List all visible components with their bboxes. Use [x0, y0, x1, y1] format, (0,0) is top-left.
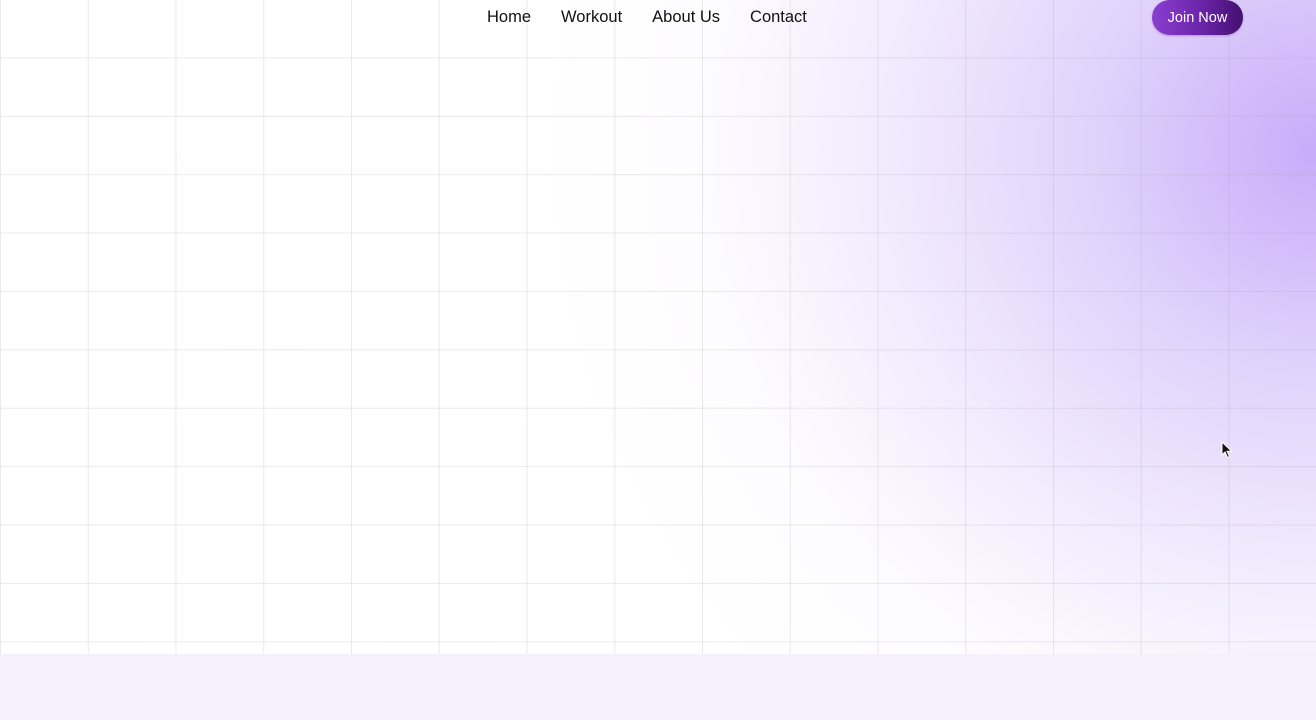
grid-background — [0, 0, 1316, 654]
main-nav: Home Workout About Us Contact — [472, 0, 822, 34]
join-now-button[interactable]: Join Now — [1152, 0, 1243, 35]
nav-link-about-us[interactable]: About Us — [637, 0, 735, 34]
page: Home Workout About Us Contact Join Now — [0, 0, 1316, 720]
hero-section — [0, 0, 1316, 654]
nav-link-workout[interactable]: Workout — [546, 0, 637, 34]
nav-link-home[interactable]: Home — [472, 0, 546, 34]
bottom-section — [0, 654, 1316, 720]
nav-link-contact[interactable]: Contact — [735, 0, 822, 34]
mouse-pointer-icon — [1221, 441, 1233, 459]
